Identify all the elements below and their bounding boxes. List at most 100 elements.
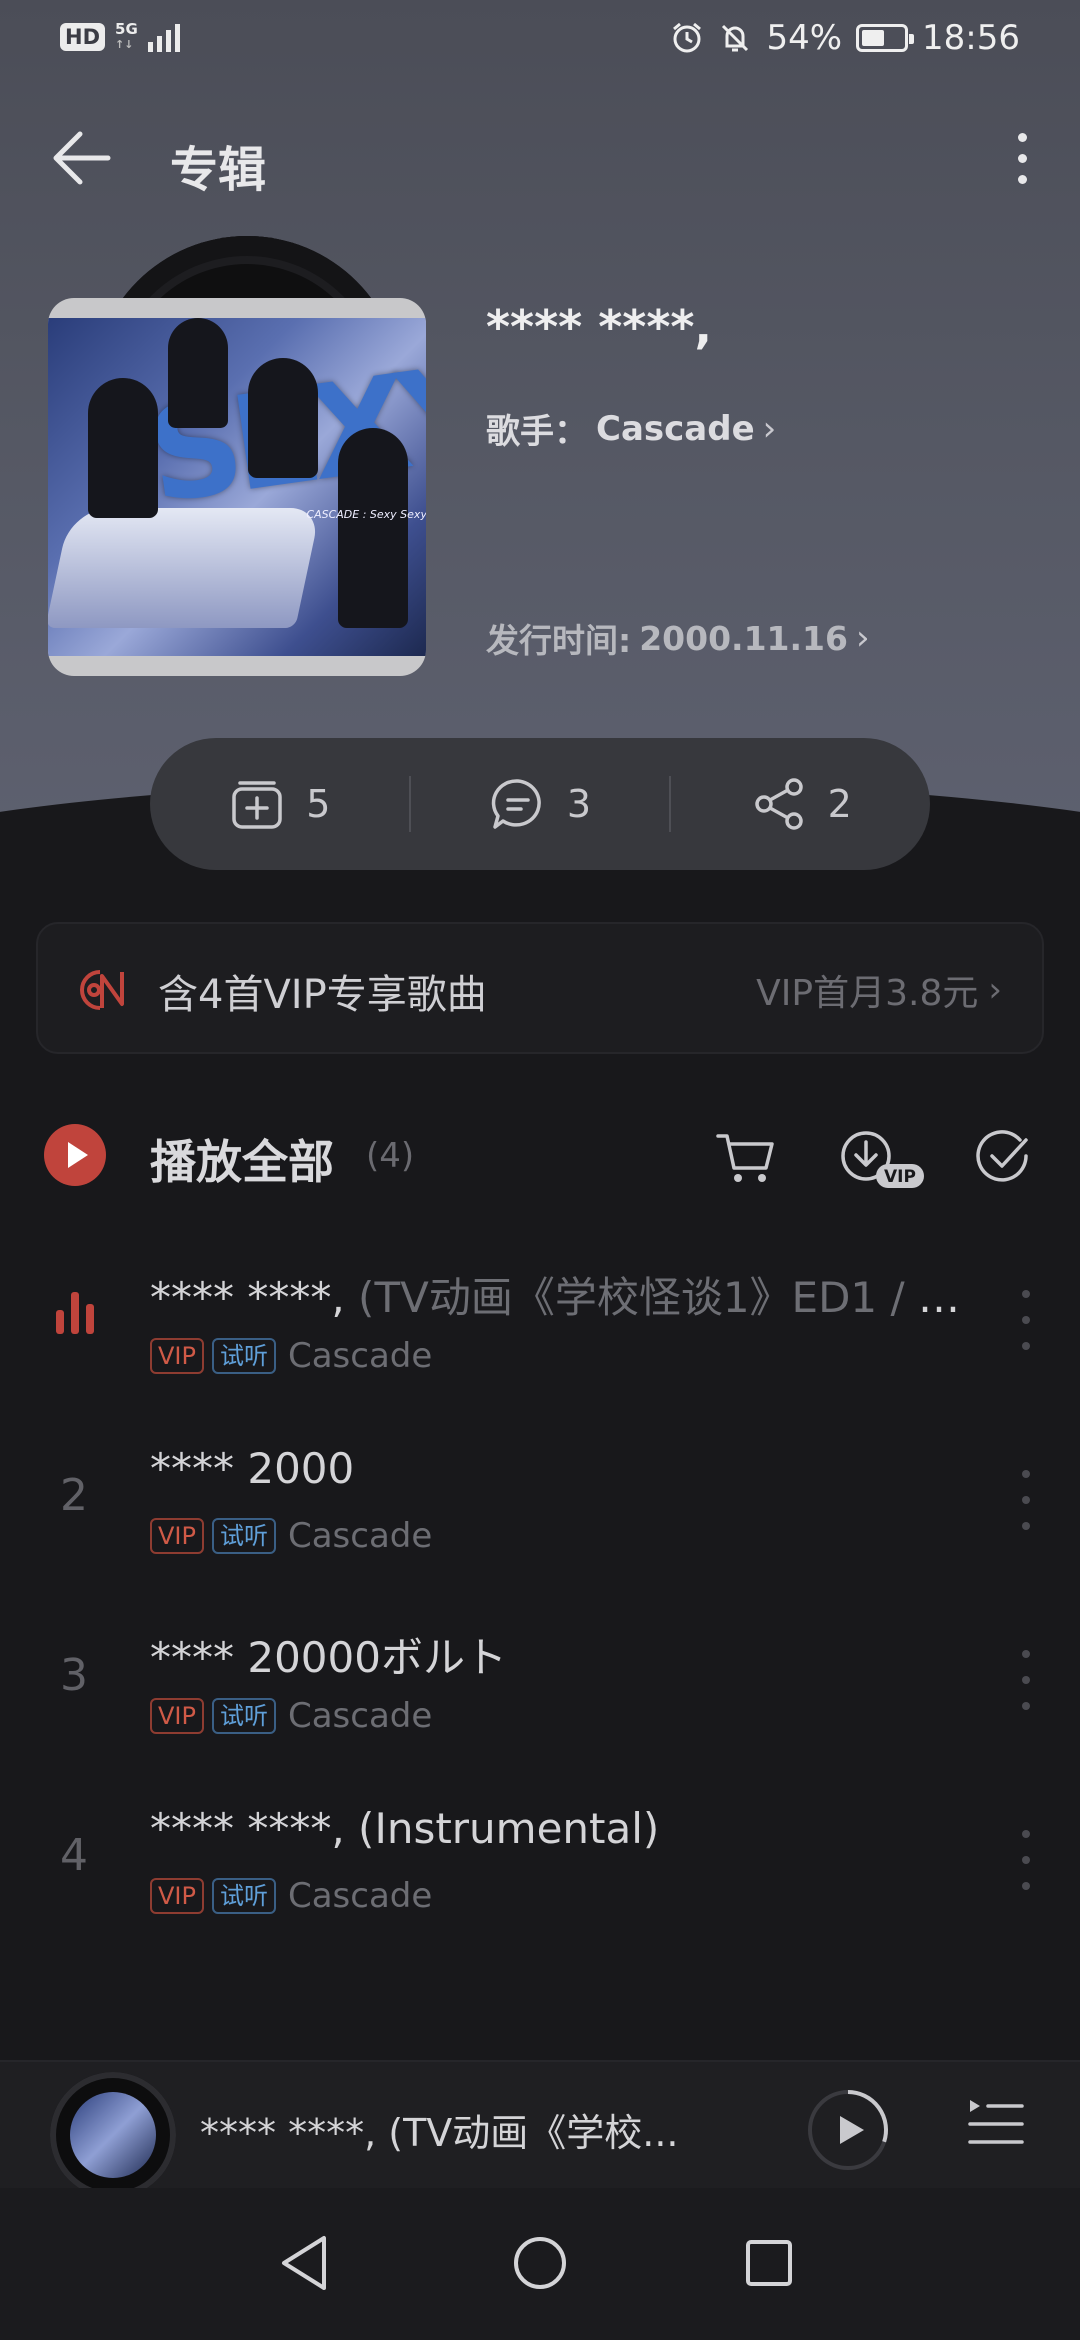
status-bar: HD 5G ↑↓ 54% 18:56: [0, 0, 1080, 80]
release-label: 发行时间:: [486, 621, 632, 660]
network-activity: ↑↓: [115, 38, 134, 51]
song-artist: Cascade: [287, 1696, 433, 1736]
song-row[interactable]: **** ****, (TV动画《学校怪谈1》ED1 / T... VIP 试听 Ca…: [0, 1240, 1080, 1410]
playlist-queue-icon[interactable]: [966, 2094, 1026, 2156]
cover-sofa-shape: [48, 508, 321, 628]
vip-promo-banner[interactable]: 含4首VIP专享歌曲 VIP首月3.8元 ›: [36, 922, 1044, 1054]
song-meta: VIP 试听 Cascade: [150, 1516, 432, 1556]
battery-icon: [856, 24, 915, 52]
hd-badge: HD: [60, 23, 106, 51]
mini-play-icon[interactable]: [806, 2088, 890, 2172]
cover-caption: CASCADE : Sexy Sexy.: [306, 508, 426, 521]
album-actions-bar: 5 3 2: [150, 738, 930, 870]
status-right: 54% 18:56: [670, 18, 1020, 58]
nav-recents-icon[interactable]: [734, 2228, 804, 2298]
song-title-main: **** 2000: [150, 1444, 355, 1493]
release-date-link[interactable]: 发行时间: 2000.11.16 ›: [486, 614, 870, 662]
cover-figure: [338, 428, 408, 628]
song-index: 3: [60, 1650, 88, 1701]
nav-home-icon[interactable]: [505, 2228, 575, 2298]
mini-player-disc[interactable]: [50, 2072, 176, 2198]
nav-back-icon[interactable]: [272, 2228, 342, 2298]
system-navigation-bar: [0, 2188, 1080, 2340]
release-date: 2000.11.16: [639, 618, 848, 658]
mute-bell-icon: [722, 24, 749, 52]
mini-player-cover: [70, 2092, 156, 2178]
vip-tag: VIP: [150, 1698, 204, 1734]
share-count: 2: [827, 782, 852, 826]
chevron-right-icon: ›: [988, 970, 1002, 1010]
share-button[interactable]: 2: [671, 738, 930, 870]
album-cover[interactable]: SEXY CASCADE : Sexy Sexy.: [48, 298, 426, 676]
song-more-icon[interactable]: [1016, 1830, 1036, 1890]
cover-figure: [168, 318, 228, 428]
app-root: HD 5G ↑↓ 54% 18:56 专辑 CASCADE: Sexy Sex…: [0, 0, 1080, 2340]
collect-button[interactable]: 5: [150, 738, 409, 870]
song-more-icon[interactable]: [1016, 1650, 1036, 1710]
song-title-main: **** ****,: [150, 1273, 345, 1322]
network-type: 5G: [115, 20, 138, 38]
clock: 18:56: [922, 18, 1020, 58]
song-title: **** ****, (Instrumental): [150, 1804, 659, 1853]
song-title-main: **** ****, (Instrumental): [150, 1804, 660, 1853]
chevron-right-icon: ›: [762, 408, 777, 449]
vip-banner-text: 含4首VIP专享歌曲: [158, 972, 487, 1018]
cover-figure: [88, 378, 158, 518]
artist-link[interactable]: 歌手： Cascade ›: [486, 404, 776, 453]
comment-button[interactable]: 3: [411, 738, 670, 870]
share-icon: [754, 778, 803, 830]
play-all-row: 播放全部 (4) VIP: [0, 1110, 1080, 1202]
song-row[interactable]: 2 **** 2000 VIP 试听 Cascade: [0, 1420, 1080, 1590]
song-title: **** 20000ボルト: [150, 1624, 507, 1685]
album-cover-art: SEXY CASCADE : Sexy Sexy.: [48, 318, 426, 656]
song-meta: VIP 试听 Cascade: [150, 1336, 432, 1376]
download-vip-badge: VIP: [884, 1167, 916, 1187]
artist-name: Cascade: [596, 408, 755, 449]
vip-tag: VIP: [150, 1518, 204, 1554]
vip-tag: VIP: [150, 1338, 204, 1374]
song-index: 2: [60, 1470, 88, 1521]
mini-player[interactable]: **** ****, (TV动画《学校...: [0, 2060, 1080, 2198]
song-more-icon[interactable]: [1016, 1290, 1036, 1350]
trial-tag: 试听: [211, 1698, 276, 1734]
mini-player-title[interactable]: **** ****, (TV动画《学校...: [200, 2102, 679, 2157]
song-title: **** 2000: [150, 1444, 354, 1493]
song-count: (4): [366, 1136, 415, 1176]
multi-select-icon[interactable]: [968, 1122, 1038, 1192]
song-more-icon[interactable]: [1016, 1470, 1036, 1530]
chevron-right-icon: ›: [855, 618, 870, 658]
vip-offer-link[interactable]: VIP首月3.8元 ›: [756, 964, 1002, 1016]
back-arrow-icon[interactable]: [46, 120, 122, 196]
cover-figure: [248, 358, 318, 478]
collect-count: 5: [306, 782, 331, 826]
song-row[interactable]: 4 **** ****, (Instrumental) VIP 试听 Cascade: [0, 1780, 1080, 1950]
song-title-main: **** 20000ボルト: [150, 1633, 507, 1682]
trial-tag: 试听: [211, 1518, 276, 1554]
battery-percent: 54%: [766, 18, 843, 58]
status-left: HD 5G ↑↓: [60, 22, 180, 52]
trial-tag: 试听: [211, 1338, 276, 1374]
play-all-icon[interactable]: [44, 1124, 106, 1186]
song-artist: Cascade: [287, 1336, 433, 1376]
signal-icon: [147, 22, 180, 52]
song-title-subtitle: (TV动画《学校怪谈1》ED1 / T...: [344, 1273, 970, 1322]
network-indicator: 5G ↑↓: [115, 22, 138, 52]
page-title: 专辑: [170, 142, 267, 198]
song-title: **** ****, (TV动画《学校怪谈1》ED1 / T...: [150, 1264, 970, 1325]
top-navigation: 专辑: [0, 100, 1080, 220]
song-artist: Cascade: [287, 1516, 433, 1556]
comment-icon: [491, 779, 541, 829]
cart-icon[interactable]: [710, 1122, 780, 1192]
vip-offer-text: VIP首月3.8元: [756, 973, 979, 1014]
artist-prefix: 歌手：: [486, 412, 588, 452]
vip-tag: VIP: [150, 1878, 204, 1914]
now-playing-icon: [56, 1292, 94, 1334]
vip-logo-icon: [80, 970, 124, 1010]
song-meta: VIP 试听 Cascade: [150, 1876, 432, 1916]
song-meta: VIP 试听 Cascade: [150, 1696, 432, 1736]
alarm-icon: [673, 22, 702, 53]
more-options-icon[interactable]: [994, 120, 1050, 196]
song-row[interactable]: 3 **** 20000ボルト VIP 试听 Cascade: [0, 1600, 1080, 1770]
download-vip-icon[interactable]: VIP: [836, 1122, 928, 1192]
play-all-button[interactable]: 播放全部: [150, 1126, 334, 1192]
